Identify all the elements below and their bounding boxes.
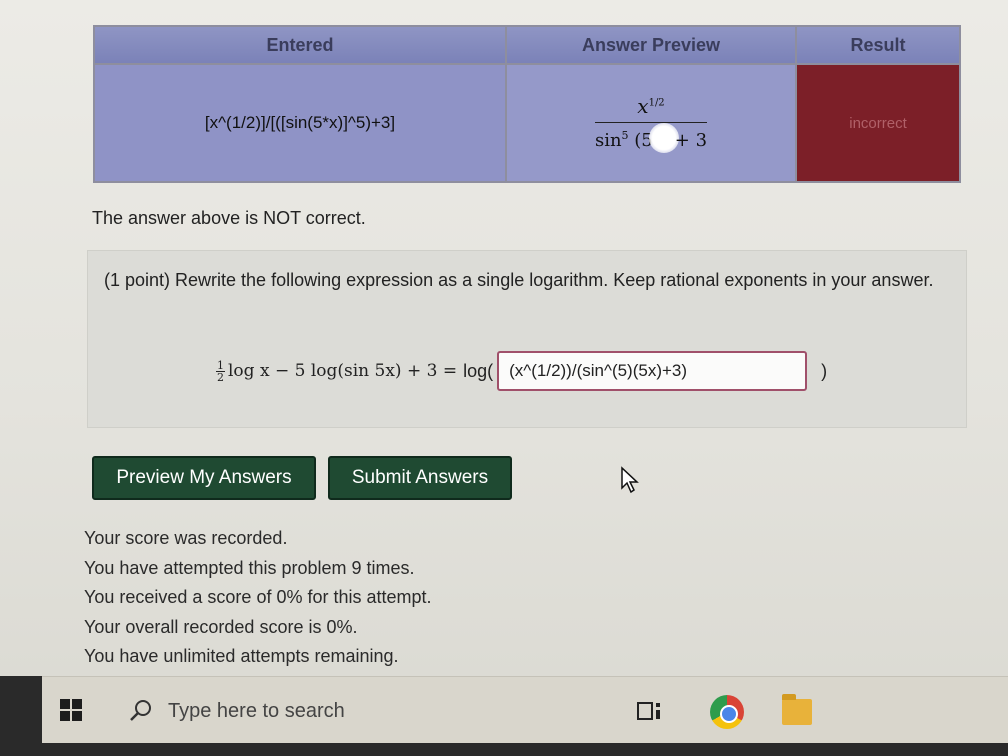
score-line: Your overall recorded score is 0%. bbox=[84, 616, 358, 637]
equation-row: 1 2 log x − 5 log(sin 5x) + 3 = log( ) bbox=[216, 349, 827, 393]
preview-den-sin: sin bbox=[594, 129, 622, 151]
problem-box: (1 point) Rewrite the following expressi… bbox=[87, 250, 967, 428]
half-numerator: 1 bbox=[216, 358, 225, 372]
preview-denominator: sin5 (5 + 3 bbox=[594, 122, 708, 153]
taskbar-search-box[interactable]: Type here to search bbox=[114, 689, 544, 733]
chrome-icon[interactable] bbox=[710, 695, 744, 729]
results-table: Entered Answer Preview Result [x^(1/2)]/… bbox=[93, 25, 961, 183]
expression-rest: log x − 5 log(sin 5x) + 3 = bbox=[228, 361, 458, 381]
problem-text: (1 point) Rewrite the following expressi… bbox=[104, 270, 934, 290]
results-row: [x^(1/2)]/[([sin(5*x)]^5)+3] x1/2 sin5 (… bbox=[93, 63, 961, 183]
header-result: Result bbox=[795, 25, 961, 65]
score-line: You have unlimited attempts remaining. bbox=[84, 646, 399, 666]
entered-cell: [x^(1/2)]/[([sin(5*x)]^5)+3] bbox=[93, 63, 507, 183]
search-placeholder: Type here to search bbox=[168, 699, 345, 722]
result-cell: incorrect bbox=[795, 63, 961, 183]
equation-lhs: 1 2 log x − 5 log(sin 5x) + 3 = bbox=[216, 360, 457, 383]
mouse-cursor-icon bbox=[621, 466, 639, 494]
answer-input[interactable] bbox=[497, 351, 808, 391]
preview-den-rest: + 3 bbox=[674, 129, 708, 151]
half-fraction: 1 2 bbox=[216, 360, 225, 383]
windows-taskbar: Type here to search bbox=[42, 676, 1008, 743]
score-summary: Your score was recorded. You have attemp… bbox=[84, 524, 432, 672]
search-icon bbox=[130, 700, 151, 721]
half-denominator: 2 bbox=[217, 370, 224, 384]
windows-start-icon[interactable] bbox=[60, 699, 82, 721]
score-line: You have attempted this problem 9 times. bbox=[84, 557, 415, 578]
task-view-icon[interactable] bbox=[636, 697, 664, 725]
feedback-message: The answer above is NOT correct. bbox=[92, 208, 366, 228]
results-header-row: Entered Answer Preview Result bbox=[93, 25, 961, 65]
browser-viewport: Entered Answer Preview Result [x^(1/2)]/… bbox=[0, 0, 1008, 676]
submit-answers-button[interactable]: Submit Answers bbox=[328, 456, 512, 500]
log-close: ) bbox=[821, 360, 828, 381]
preview-den-exp: 5 bbox=[621, 128, 629, 142]
score-line: You received a score of 0% for this atte… bbox=[84, 587, 432, 607]
preview-fraction: x1/2 sin5 (5 + 3 bbox=[594, 93, 708, 153]
header-answer-preview: Answer Preview bbox=[505, 25, 797, 65]
answer-preview-cell: x1/2 sin5 (5 + 3 bbox=[505, 63, 797, 183]
file-explorer-icon[interactable] bbox=[782, 694, 812, 725]
log-open: log( bbox=[463, 360, 494, 381]
header-entered: Entered bbox=[93, 25, 507, 65]
preview-answers-button[interactable]: Preview My Answers bbox=[92, 456, 316, 500]
score-line: Your score was recorded. bbox=[84, 528, 288, 548]
preview-numerator-exp: 1/2 bbox=[648, 96, 665, 108]
preview-numerator: x1/2 bbox=[594, 93, 708, 123]
preview-numerator-base: x bbox=[637, 93, 649, 118]
